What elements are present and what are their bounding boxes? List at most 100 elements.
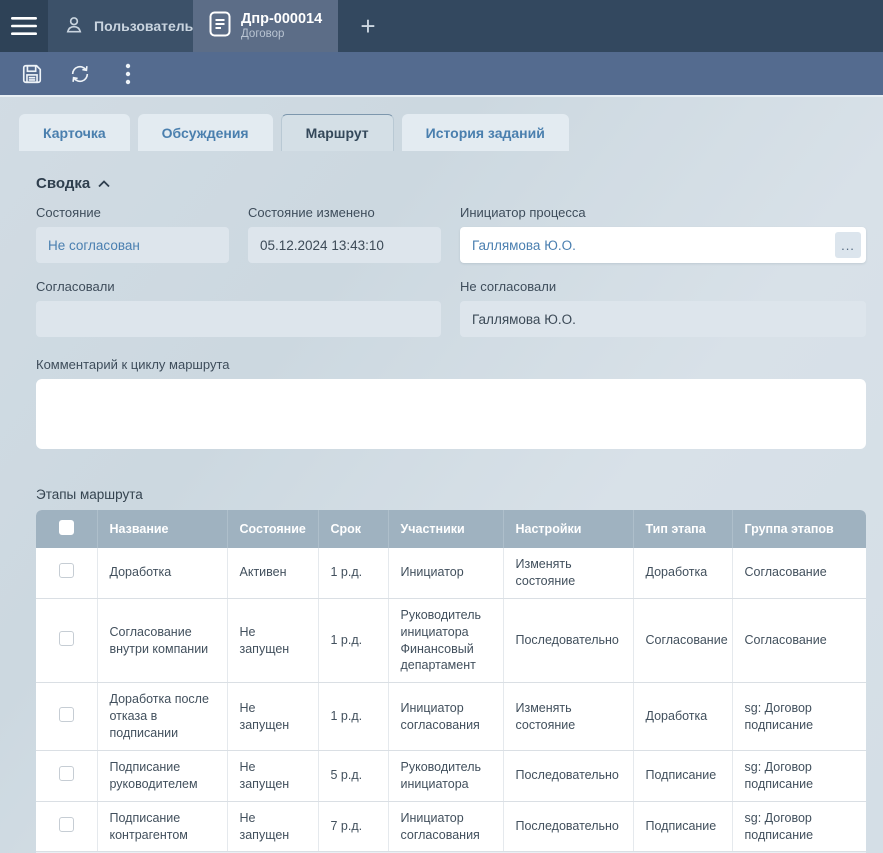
cell-state: Не запущен — [227, 683, 318, 751]
comment-textarea[interactable] — [36, 379, 866, 449]
column-header-stage-type[interactable]: Тип этапа — [633, 510, 732, 548]
summary-title: Сводка — [36, 175, 90, 192]
user-tab-label: Пользователь — [94, 18, 193, 34]
state-field[interactable]: Не согласован — [36, 227, 229, 263]
approved-field-group: Согласовали — [36, 279, 441, 337]
cell-group: Согласование — [732, 548, 866, 598]
column-header-stage-group[interactable]: Группа этапов — [732, 510, 866, 548]
cell-settings: Изменять состояние — [503, 683, 633, 751]
route-pane: Сводка Состояние Не согласован Состояние… — [0, 175, 883, 853]
column-header-name[interactable]: Название — [97, 510, 227, 548]
row-checkbox[interactable] — [59, 707, 74, 722]
select-all-checkbox[interactable] — [59, 520, 74, 535]
comment-field-group: Комментарий к циклу маршрута — [36, 357, 866, 449]
cell-state: Не запущен — [227, 801, 318, 852]
comment-label: Комментарий к циклу маршрута — [36, 357, 866, 372]
stages-table-container: Название Состояние Срок Участники Настро… — [36, 510, 866, 853]
document-tab-subtitle: Договор — [241, 28, 322, 41]
tab-discussions[interactable]: Обсуждения — [138, 114, 273, 151]
cell-participants: Инициатор согласования — [388, 683, 503, 751]
content-area: Карточка Обсуждения Маршрут История зада… — [0, 97, 883, 853]
row-checkbox[interactable] — [59, 563, 74, 578]
cell-state: Не запущен — [227, 598, 318, 683]
initiator-field-group: Инициатор процесса Галлямова Ю.О. ... — [460, 205, 866, 263]
cell-term: 1 р.д. — [318, 683, 388, 751]
document-tab-title: Дпр-000014 — [241, 11, 322, 28]
row-checkbox[interactable] — [59, 817, 74, 832]
cell-type: Согласование — [633, 598, 732, 683]
cell-group: sg: Договор подписание — [732, 801, 866, 852]
summary-section-header: Сводка — [36, 175, 866, 192]
cell-type: Доработка — [633, 548, 732, 598]
state-changed-label: Состояние изменено — [248, 205, 441, 220]
cell-settings: Последовательно — [503, 801, 633, 852]
cell-name: Согласование внутри компании — [97, 598, 227, 683]
cell-type: Доработка — [633, 683, 732, 751]
cell-type: Подписание — [633, 801, 732, 852]
state-label: Состояние — [36, 205, 229, 220]
column-header-settings[interactable]: Настройки — [503, 510, 633, 548]
document-tab-text: Дпр-000014 Договор — [241, 11, 322, 41]
new-tab-button[interactable]: + — [338, 0, 398, 52]
card-tabstrip: Карточка Обсуждения Маршрут История зада… — [0, 114, 883, 151]
row-checkbox[interactable] — [59, 766, 74, 781]
not-approved-field: Галлямова Ю.О. — [460, 301, 866, 337]
not-approved-field-group: Не согласовали Галлямова Ю.О. — [460, 279, 866, 337]
hamburger-menu-button[interactable] — [0, 0, 48, 52]
cell-settings: Последовательно — [503, 750, 633, 801]
stages-header-row: Название Состояние Срок Участники Настро… — [36, 510, 866, 548]
table-row[interactable]: Подписание руководителем Не запущен 5 р.… — [36, 750, 866, 801]
column-header-term[interactable]: Срок — [318, 510, 388, 548]
cell-participants: Руководитель инициатора — [388, 750, 503, 801]
more-actions-button[interactable] — [108, 56, 148, 92]
tab-card[interactable]: Карточка — [19, 114, 130, 151]
cell-term: 1 р.д. — [318, 548, 388, 598]
cell-name: Доработка — [97, 548, 227, 598]
refresh-button[interactable] — [60, 56, 100, 92]
initiator-lookup-button[interactable]: ... — [835, 232, 861, 258]
initiator-field[interactable]: Галлямова Ю.О. ... — [460, 227, 866, 263]
document-window-tab[interactable]: Дпр-000014 Договор — [193, 0, 338, 52]
user-window-tab[interactable]: Пользователь — [48, 0, 193, 52]
cell-state: Не запущен — [227, 750, 318, 801]
stages-table: Название Состояние Срок Участники Настро… — [36, 510, 866, 852]
save-icon — [21, 63, 43, 85]
tab-route[interactable]: Маршрут — [281, 114, 394, 151]
cell-group: sg: Договор подписание — [732, 750, 866, 801]
stages-title: Этапы маршрута — [36, 487, 866, 502]
collapse-summary-chevron-icon[interactable] — [98, 180, 110, 188]
cell-participants: Инициатор — [388, 548, 503, 598]
tab-task-history[interactable]: История заданий — [402, 114, 569, 151]
action-toolbar — [0, 52, 883, 97]
cell-name: Подписание руководителем — [97, 750, 227, 801]
document-icon — [209, 11, 231, 42]
row-checkbox[interactable] — [59, 631, 74, 646]
table-row[interactable]: Доработка Активен 1 р.д. Инициатор Измен… — [36, 548, 866, 598]
hamburger-icon — [11, 16, 37, 36]
table-row[interactable]: Подписание контрагентом Не запущен 7 р.д… — [36, 801, 866, 852]
cell-term: 5 р.д. — [318, 750, 388, 801]
table-row[interactable]: Согласование внутри компании Не запущен … — [36, 598, 866, 683]
approved-field — [36, 301, 441, 337]
column-header-participants[interactable]: Участники — [388, 510, 503, 548]
cell-state: Активен — [227, 548, 318, 598]
column-header-state[interactable]: Состояние — [227, 510, 318, 548]
cell-name: Подписание контрагентом — [97, 801, 227, 852]
kebab-menu-icon — [125, 63, 131, 85]
cell-name: Доработка после отказа в подписании — [97, 683, 227, 751]
window-topbar: Пользователь Дпр-000014 Договор + — [0, 0, 883, 52]
initiator-value[interactable]: Галлямова Ю.О. — [472, 238, 576, 253]
cell-settings: Изменять состояние — [503, 548, 633, 598]
save-button[interactable] — [12, 56, 52, 92]
cell-settings: Последовательно — [503, 598, 633, 683]
cell-term: 1 р.д. — [318, 598, 388, 683]
cell-type: Подписание — [633, 750, 732, 801]
cell-participants: Руководитель инициатора Финансовый депар… — [388, 598, 503, 683]
state-changed-field-group: Состояние изменено 05.12.2024 13:43:10 — [248, 205, 441, 263]
cell-term: 7 р.д. — [318, 801, 388, 852]
not-approved-label: Не согласовали — [460, 279, 866, 294]
user-icon — [64, 15, 84, 38]
table-row[interactable]: Доработка после отказа в подписании Не з… — [36, 683, 866, 751]
state-field-group: Состояние Не согласован — [36, 205, 229, 263]
cell-group: Согласование — [732, 598, 866, 683]
